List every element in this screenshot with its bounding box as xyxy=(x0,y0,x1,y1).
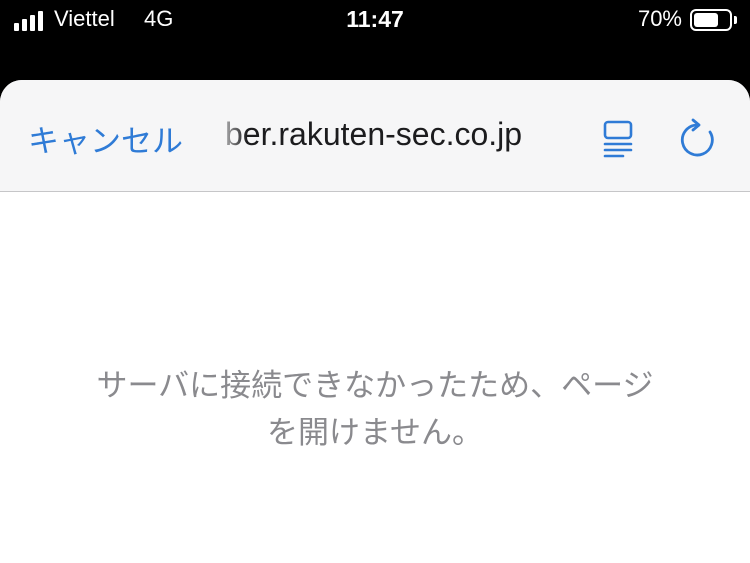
url-label: ber.rakuten-sec.co.jp xyxy=(225,116,523,152)
reload-icon[interactable] xyxy=(676,118,718,160)
navigation-bar: キャンセル ber.rakuten-sec.co.jp xyxy=(0,80,750,192)
battery-percentage: 70% xyxy=(637,6,682,31)
battery-icon xyxy=(690,9,737,31)
error-message: サーバに接続できなかったため、ページを開けません。 xyxy=(96,368,654,451)
status-bar: Viettel 4G 11:47 70% xyxy=(0,0,750,42)
cancel-button[interactable]: キャンセル xyxy=(28,116,183,161)
safari-view-sheet: キャンセル ber.rakuten-sec.co.jp xyxy=(0,80,750,563)
reader-view-icon[interactable] xyxy=(598,118,638,158)
